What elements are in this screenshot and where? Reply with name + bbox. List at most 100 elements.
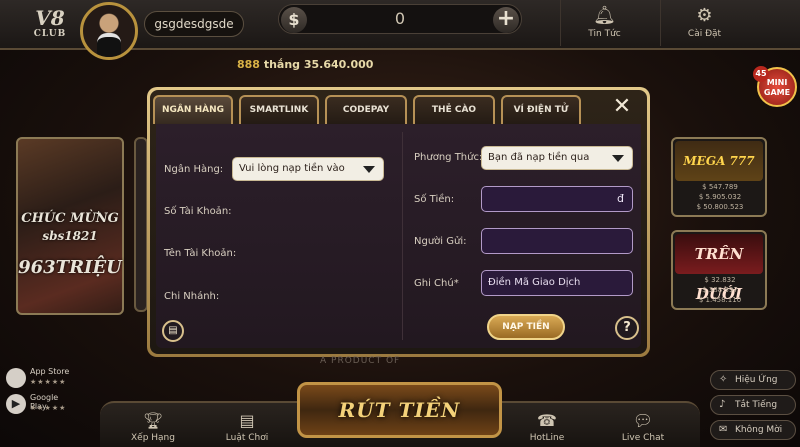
phone-icon: ☎ <box>537 411 557 430</box>
bank-label: Ngân Hàng: <box>164 164 224 175</box>
chevron-down-icon <box>612 155 624 162</box>
effects-toggle[interactable]: ✧ Hiệu Ứng <box>710 370 796 390</box>
help-button[interactable]: ? <box>615 316 639 340</box>
apple-icon <box>6 368 26 388</box>
live-chat-button[interactable]: 💬︎ Live Chat <box>608 411 678 443</box>
jackpot-row: $ 1.458.110 <box>698 296 742 304</box>
deposit-form: Ngân Hàng: Vui lòng nạp tiền vào Số Tài … <box>156 124 641 348</box>
jackpot-ticker: 888 thắng 35.640.000 <box>237 58 373 71</box>
jackpot-list: $ 547.789 $ 5.905.032 $ 50.800.523 <box>679 182 761 212</box>
mini-game-count-badge: 45 <box>753 66 769 82</box>
balance-value: 0 <box>394 9 406 28</box>
account-number-label: Số Tài Khoản: <box>164 206 232 217</box>
bell-icon: 🔔︎ <box>593 5 616 26</box>
column-divider <box>402 132 403 340</box>
game-title: TRÊN DƯỚI <box>675 234 763 303</box>
rules-label: Luật Chơi <box>225 433 269 443</box>
rating-stars: ★★★★★ <box>30 404 67 412</box>
tab-codepay[interactable]: CODEPAY <box>325 95 407 124</box>
chat-bubble-icon: 💬︎ <box>632 411 654 430</box>
bank-book-icon[interactable]: ▤ <box>162 320 184 342</box>
hotline-label: HotLine <box>529 433 565 443</box>
account-name-label: Tên Tài Khoản: <box>164 248 237 259</box>
google-play-badge[interactable]: ▶ Google Play ★★★★★ <box>4 392 76 416</box>
jackpot-text: thắng 35.640.000 <box>263 58 374 71</box>
rules-button[interactable]: ▤ Luật Chơi <box>212 411 282 443</box>
mute-toggle[interactable]: ♪ Tắt Tiếng <box>710 395 796 415</box>
tab-bank[interactable]: NGÂN HÀNG <box>153 95 233 124</box>
deposit-tabs: NGÂN HÀNG SMARTLINK CODEPAY THẺ CÀO VÍ Đ… <box>153 93 597 124</box>
currency-icon: $ <box>281 7 307 33</box>
no-invite-toggle[interactable]: ✉ Không Mời <box>710 420 796 440</box>
sender-input[interactable] <box>481 228 633 254</box>
withdraw-button[interactable]: RÚT TIỀN <box>297 382 502 438</box>
app-store-label: App Store <box>30 367 70 376</box>
logo-sub-text: CLUB <box>33 29 67 39</box>
note-input[interactable]: Điền Mã Giao Dịch <box>481 270 633 296</box>
deposit-button[interactable]: NẠP TIỀN <box>487 314 565 340</box>
tab-e-wallet[interactable]: VÍ ĐIỆN TỬ <box>501 95 581 124</box>
jackpot-row: $ 50.800.523 <box>696 203 744 211</box>
currency-suffix: đ <box>617 192 624 205</box>
settings-label: Cài Đặt <box>687 29 722 39</box>
branch-label: Chi Nhánh: <box>164 291 220 302</box>
sender-label: Người Gửi: <box>414 236 467 247</box>
rules-book-icon: ▤ <box>239 411 255 430</box>
jackpot-winner-banner[interactable]: CHÚC MỪNG sbs1821 963TRIỆU <box>16 137 124 315</box>
add-funds-button[interactable]: + <box>493 7 519 33</box>
note-label: Ghi Chú* <box>414 278 459 289</box>
game-card-mega[interactable]: MEGA 777 $ 547.789 $ 5.905.032 $ 50.800.… <box>671 137 767 217</box>
tab-card[interactable]: THẺ CÀO <box>413 95 495 124</box>
note-placeholder: Điền Mã Giao Dịch <box>488 277 581 288</box>
bank-select[interactable]: Vui lòng nạp tiền vào <box>232 157 384 181</box>
top-bar: V8 CLUB gsgdesdgsde $ 0 + 🔔︎ Tin Tức ⚙ C… <box>0 0 800 60</box>
app-store-badge[interactable]: App Store ★★★★★ <box>4 366 76 390</box>
jackpot-row: $ 388.397 <box>702 286 738 294</box>
live-chat-label: Live Chat <box>621 433 665 443</box>
username-label[interactable]: gsgdesdgsde <box>144 11 244 37</box>
settings-button[interactable]: ⚙ Cài Đặt <box>660 0 748 46</box>
game-card-tren-duoi[interactable]: TRÊN DƯỚI $ 32.832 $ 388.397 $ 1.458.110 <box>671 230 767 310</box>
block-invite-icon: ✉ <box>719 424 728 435</box>
news-button[interactable]: 🔔︎ Tin Tức <box>560 0 648 46</box>
jackpot-row: $ 547.789 <box>702 183 738 191</box>
effects-label: Hiệu Ứng <box>735 375 778 385</box>
modal-body: NGÂN HÀNG SMARTLINK CODEPAY THẺ CÀO VÍ Đ… <box>150 90 647 354</box>
no-invite-label: Không Mời <box>735 425 783 435</box>
jackpot-prefix: 888 <box>237 58 260 71</box>
close-icon: ✕ <box>612 94 632 119</box>
game-card-edge[interactable] <box>134 137 148 312</box>
product-credit: A PRODUCT OF <box>320 356 401 366</box>
method-select[interactable]: Bạn đã nạp tiền qua <box>481 146 633 170</box>
logo-main-text: V8 <box>35 6 65 30</box>
play-icon: ▶ <box>6 394 26 414</box>
leaderboard-button[interactable]: 🏆︎ Xếp Hạng <box>118 411 188 443</box>
sparkle-icon: ✧ <box>719 374 728 385</box>
avatar[interactable] <box>80 2 138 60</box>
mute-label: Tắt Tiếng <box>735 400 778 410</box>
leaderboard-label: Xếp Hạng <box>131 433 175 443</box>
chevron-down-icon <box>363 166 375 173</box>
jackpot-row: $ 32.832 <box>704 276 736 284</box>
balance-box: $ 0 + <box>278 4 522 34</box>
news-label: Tin Tức <box>588 29 621 39</box>
bank-select-value: Vui lòng nạp tiền vào <box>239 163 345 174</box>
trophy-icon: 🏆︎ <box>142 411 164 430</box>
jackpot-list: $ 32.832 $ 388.397 $ 1.458.110 <box>679 275 761 305</box>
promo-amount: 963TRIỆU <box>18 257 122 278</box>
method-select-value: Bạn đã nạp tiền qua <box>488 152 590 163</box>
deposit-modal: NGÂN HÀNG SMARTLINK CODEPAY THẺ CÀO VÍ Đ… <box>147 87 650 357</box>
jackpot-row: $ 5.905.032 <box>698 193 742 201</box>
amount-label: Số Tiền: <box>414 194 455 205</box>
game-title: MEGA 777 <box>675 141 763 181</box>
tab-smartlink[interactable]: SMARTLINK <box>239 95 319 124</box>
promo-congrats: CHÚC MỪNG <box>21 211 119 226</box>
rating-stars: ★★★★★ <box>30 378 67 386</box>
method-label: Phương Thức: <box>414 152 483 163</box>
promo-winner: sbs1821 <box>42 229 98 243</box>
hotline-button[interactable]: ☎ HotLine <box>512 411 582 443</box>
v8-club-logo[interactable]: V8 CLUB <box>28 8 72 44</box>
amount-input[interactable]: đ <box>481 186 633 212</box>
close-button[interactable]: ✕ <box>603 94 641 120</box>
gear-icon: ⚙ <box>696 5 713 26</box>
